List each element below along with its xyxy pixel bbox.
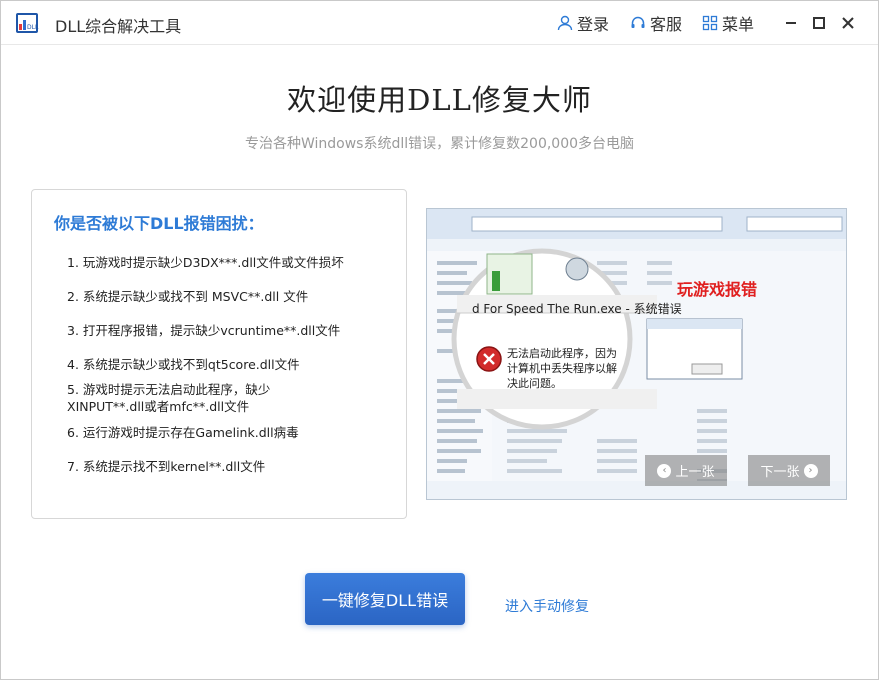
issues-card: 你是否被以下DLL报错困扰： 1. 玩游戏时提示缺少D3DX***.dll文件或… (31, 189, 407, 519)
app-logo-icon: DLL (15, 10, 41, 36)
issue-item: 6. 运行游戏时提示存在Gamelink.dll病毒 (67, 425, 299, 440)
service-button[interactable]: 客服 (630, 12, 682, 34)
app-title: DLL综合解决工具 (55, 17, 182, 36)
issue-item: 2. 系统提示缺少或找不到 MSVC**.dll 文件 (67, 289, 309, 304)
page-subtitle: 专治各种Windows系统dll错误，累计修复数200,000多台电脑 (244, 136, 635, 152)
issue-item: 1. 玩游戏时提示缺少D3DX***.dll文件或文件损坏 (67, 255, 344, 270)
menu-label: 菜单 (722, 15, 755, 34)
page-title: 欢迎使用DLL修复大师 (287, 83, 592, 117)
menu-button[interactable]: 菜单 (702, 12, 754, 34)
svg-text:DLL: DLL (27, 24, 39, 31)
minimize-icon (786, 22, 796, 24)
chevron-left-icon: ‹ (657, 463, 672, 478)
error-dialog-message: 无法启动此程序，因为计算机中丢失程序以解决此问题。 (507, 347, 617, 390)
maximize-button[interactable] (809, 13, 829, 33)
login-label: 登录 (577, 15, 610, 34)
minimize-button[interactable] (781, 13, 801, 33)
maximize-icon (813, 17, 825, 29)
grid-menu-icon (702, 15, 718, 31)
next-image-button[interactable]: 下一张 › (748, 455, 830, 486)
issue-item: 3. 打开程序报错，提示缺少vcruntime**.dll文件 (67, 323, 341, 338)
title-bar: DLL DLL综合解决工具 登录 客服 菜单 (1, 1, 878, 45)
app-window: DLL DLL综合解决工具 登录 客服 菜单 欢迎使用DLL修复大师 专治各种W… (0, 0, 879, 680)
manual-repair-link[interactable]: 进入手动修复 (505, 596, 589, 616)
close-icon (842, 17, 854, 29)
user-icon (557, 15, 573, 31)
login-button[interactable]: 登录 (557, 12, 609, 34)
chevron-right-icon: › (803, 463, 818, 478)
issues-card-title: 你是否被以下DLL报错困扰： (54, 214, 264, 233)
error-dialog-title: d For Speed The Run.exe - 系统错误 (472, 302, 682, 316)
prev-image-label: 上一张 (675, 465, 715, 480)
prev-image-button[interactable]: ‹ 上一张 (645, 455, 727, 486)
issue-item: 4. 系统提示缺少或找不到qt5core.dll文件 (67, 357, 300, 372)
issue-item: 7. 系统提示找不到kernel**.dll文件 (67, 459, 266, 474)
close-button[interactable] (838, 13, 858, 33)
error-scenario-label: 玩游戏报错 (677, 280, 758, 299)
next-image-label: 下一张 (760, 465, 800, 480)
service-label: 客服 (650, 15, 683, 34)
headset-icon (631, 16, 645, 28)
one-click-fix-button[interactable]: 一键修复DLL错误 (305, 573, 465, 625)
example-screenshot: 玩游戏报错 d For Speed The Run.exe - 系统错误 无法启… (426, 208, 847, 500)
issue-item: 5. 游戏时提示无法启动此程序，缺少XINPUT**.dll或者mfc**.dl… (67, 382, 271, 414)
